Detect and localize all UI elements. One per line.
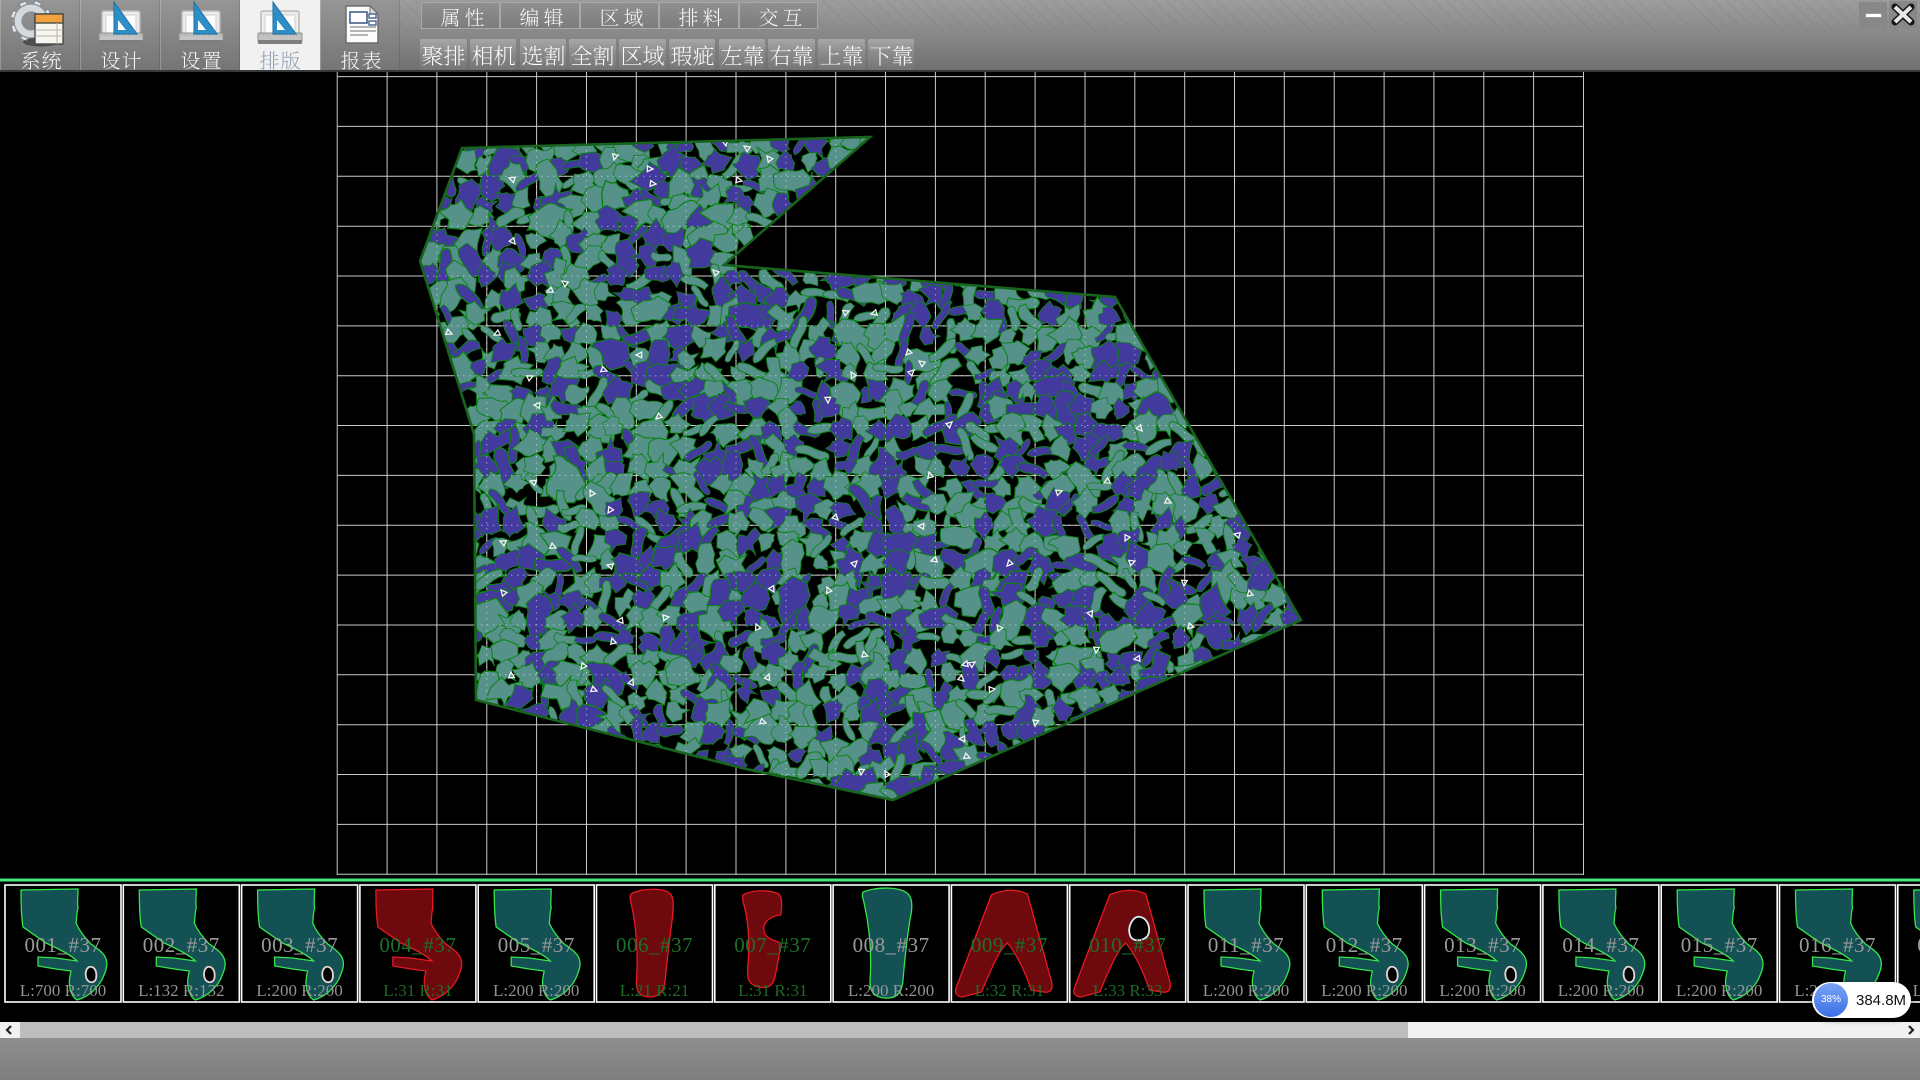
- svg-text:L:700 R:700: L:700 R:700: [20, 981, 106, 1000]
- svg-text:L:33 R:33: L:33 R:33: [1093, 981, 1162, 1000]
- svg-text:012_#37: 012_#37: [1326, 933, 1403, 957]
- svg-text:015_#37: 015_#37: [1681, 933, 1758, 957]
- svg-text:L:31 R:31: L:31 R:31: [383, 981, 452, 1000]
- svg-text:016_#37: 016_#37: [1799, 933, 1876, 957]
- svg-text:002_#37: 002_#37: [143, 933, 220, 957]
- svg-text:L:21 R:21: L:21 R:21: [620, 981, 689, 1000]
- svg-text:006_#37: 006_#37: [616, 933, 693, 957]
- svg-text:L:200 R:200: L:200 R:200: [1676, 981, 1762, 1000]
- svg-text:009_#37: 009_#37: [971, 933, 1048, 957]
- svg-text:007_#37: 007_#37: [734, 933, 811, 957]
- svg-text:014_#37: 014_#37: [1562, 933, 1639, 957]
- svg-text:L:200 R:200: L:200 R:200: [1558, 981, 1644, 1000]
- svg-text:003_#37: 003_#37: [261, 933, 338, 957]
- svg-text:L:32 R:31: L:32 R:31: [975, 981, 1044, 1000]
- svg-text:L:200 R:200: L:200 R:200: [1203, 981, 1289, 1000]
- svg-text:L:200 R:200: L:200 R:200: [493, 981, 579, 1000]
- svg-text:004_#37: 004_#37: [379, 933, 456, 957]
- svg-text:L:132 R:132: L:132 R:132: [138, 981, 224, 1000]
- svg-text:008_#37: 008_#37: [853, 933, 930, 957]
- svg-text:011_#37: 011_#37: [1208, 933, 1284, 957]
- svg-text:001_#37: 001_#37: [25, 933, 102, 957]
- svg-text:L:31 R:31: L:31 R:31: [738, 981, 807, 1000]
- svg-text:L:200 R:200: L:200 R:200: [1439, 981, 1525, 1000]
- svg-text:L:200 R:200: L:200 R:200: [848, 981, 934, 1000]
- svg-text:005_#37: 005_#37: [498, 933, 575, 957]
- svg-text:013_#37: 013_#37: [1444, 933, 1521, 957]
- svg-text:010_#37: 010_#37: [1089, 933, 1166, 957]
- svg-text:L:200 R:200: L:200 R:200: [256, 981, 342, 1000]
- svg-text:L:200 R:200: L:200 R:200: [1321, 981, 1407, 1000]
- svg-text:L:200 R:200: L:200 R:200: [1913, 981, 1920, 1000]
